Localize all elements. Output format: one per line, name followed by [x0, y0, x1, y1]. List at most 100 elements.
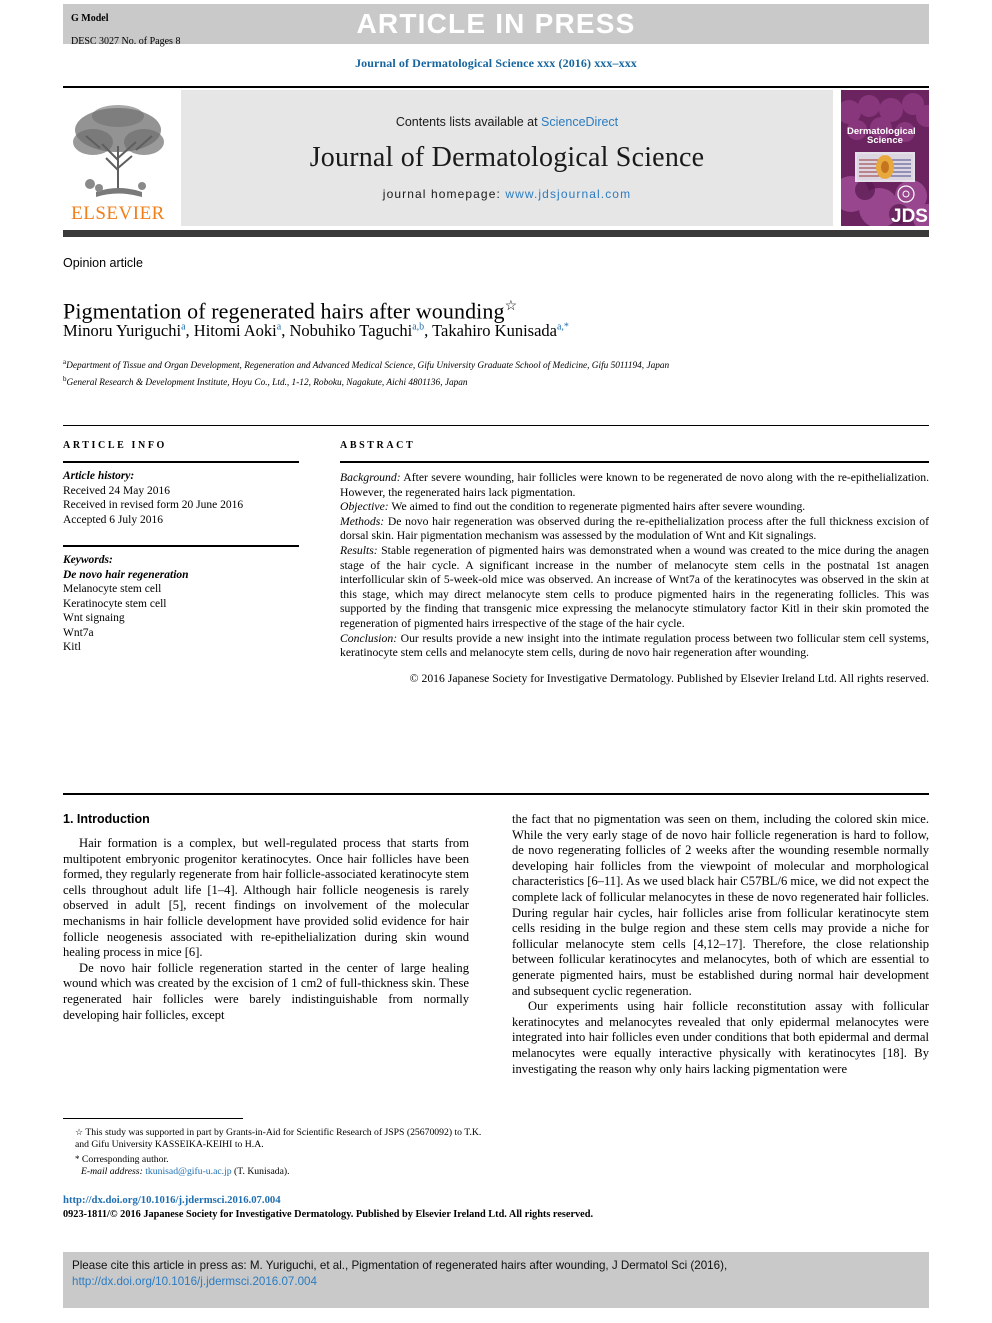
keywords-label: Keywords: — [63, 554, 113, 566]
affiliation-item: bGeneral Research & Development Institut… — [63, 373, 863, 390]
email-label: E-mail address: — [81, 1166, 143, 1178]
elsevier-tree-icon — [66, 100, 170, 204]
funding-text: This study was supported in part by Gran… — [75, 1127, 482, 1151]
keyword-item: Keratinocyte stem cell — [63, 597, 167, 610]
funding-marker: ☆ — [75, 1127, 84, 1137]
cover-abbrev: JDS — [891, 206, 928, 226]
article-page: G Model DESC 3027 No. of Pages 8 ARTICLE… — [0, 0, 992, 1323]
article-history-label: Article history: — [63, 470, 135, 482]
abstract-section-text: Our results provide a new insight into t… — [340, 631, 929, 660]
author-name: Takahiro Kunisada — [432, 321, 557, 340]
author-sep: , — [424, 321, 433, 340]
email-owner: (T. Kunisada). — [234, 1166, 290, 1178]
abstract-copyright: © 2016 Japanese Society for Investigativ… — [409, 671, 929, 685]
body-column-right: the fact that no pigmentation was seen o… — [512, 812, 929, 1077]
abstract-section: Conclusion: Our results provide a new in… — [340, 632, 929, 661]
journal-masthead: ELSEVIER Contents lists available at Sci… — [63, 90, 929, 226]
journal-homepage-line: journal homepage: www.jdsjournal.com — [383, 187, 631, 201]
author-sep: , — [185, 321, 194, 340]
author-affil-marker: a,b — [412, 321, 425, 333]
keyword-item: De novo hair regeneration — [63, 568, 189, 581]
author-affil-marker: a,* — [556, 321, 569, 333]
sciencedirect-link[interactable]: ScienceDirect — [541, 115, 618, 129]
affiliation-text: Department of Tissue and Organ Developme… — [66, 361, 670, 372]
cover-title-line2: Science — [867, 135, 903, 146]
journal-running-head: Journal of Dermatological Science xxx (2… — [355, 56, 637, 70]
author-item: Nobuhiko Taguchia,b, — [289, 321, 432, 340]
body-column-left: 1. Introduction Hair formation is a comp… — [63, 812, 469, 1023]
author-list: Minoru Yuriguchia, Hitomi Aokia, Nobuhik… — [63, 321, 893, 341]
abstract-column: ABSTRACT Background: After severe woundi… — [340, 440, 929, 686]
author-name: Nobuhiko Taguchi — [289, 321, 413, 340]
journal-cover-art: Dermatological Science JDS — [841, 90, 929, 226]
paragraph: Hair formation is a complex, but well-re… — [63, 836, 469, 960]
issn-copyright-line: 0923-1811/© 2016 Japanese Society for In… — [63, 1208, 594, 1220]
keyword-item: Wnt7a — [63, 626, 94, 639]
abstract-section-text: De novo hair regeneration was observed d… — [340, 514, 929, 543]
document-id-label: DESC 3027 No. of Pages 8 — [71, 35, 181, 47]
keyword-item: Kitl — [63, 641, 81, 653]
masthead-top-rule — [63, 86, 929, 88]
contents-available-line: Contents lists available at ScienceDirec… — [396, 115, 618, 129]
article-info-heading: ARTICLE INFO — [63, 440, 167, 451]
corresponding-marker: * — [75, 1153, 80, 1164]
abstract-section-text: After severe wounding, hair follicles we… — [340, 471, 929, 499]
affiliation-text: General Research & Development Institute… — [66, 377, 468, 388]
history-item: Received 24 May 2016 — [63, 484, 170, 497]
abstract-section: Results: Stable regeneration of pigmente… — [340, 544, 929, 632]
author-item: Takahiro Kunisadaa,* — [432, 321, 569, 340]
footnote-separator — [63, 1118, 243, 1119]
abstract-section: Background: After severe wounding, hair … — [340, 471, 929, 500]
affiliation-list: aDepartment of Tissue and Organ Developm… — [63, 356, 863, 389]
journal-cover-thumbnail: Dermatological Science JDS — [841, 90, 929, 226]
citation-doi-link[interactable]: http://dx.doi.org/10.1016/j.jdermsci.201… — [72, 1275, 317, 1288]
g-model-label: G Model — [71, 12, 109, 24]
abstract-section: Methods: De novo hair regeneration was o… — [340, 515, 929, 544]
section-heading-introduction: 1. Introduction — [63, 812, 150, 826]
corresponding-text: Corresponding author. — [81, 1153, 169, 1165]
masthead-bottom-rule — [63, 230, 929, 237]
author-name: Minoru Yuriguchi — [63, 321, 182, 340]
email-link[interactable]: tkunisad@gifu-u.ac.jp — [145, 1166, 231, 1177]
info-band-top-rule — [63, 425, 929, 426]
journal-title: Journal of Dermatological Science — [309, 142, 705, 173]
info-band-bottom-rule — [63, 793, 929, 795]
author-item: Hitomi Aokia, — [194, 321, 290, 340]
elsevier-wordmark: ELSEVIER — [71, 203, 165, 224]
abstract-section-label: Conclusion: — [340, 631, 398, 645]
history-item: Accepted 6 July 2016 — [63, 513, 163, 526]
abstract-section: Objective: We aimed to find out the cond… — [340, 500, 929, 515]
article-in-press-banner: G Model DESC 3027 No. of Pages 8 ARTICLE… — [63, 1, 929, 47]
keyword-item: Wnt signaing — [63, 612, 125, 624]
article-in-press-text: ARTICLE IN PRESS — [356, 8, 636, 39]
abstract-section-text: Stable regeneration of pigmented hairs w… — [340, 543, 929, 630]
affiliation-item: aDepartment of Tissue and Organ Developm… — [63, 356, 863, 373]
title-footnote-marker: ☆ — [504, 298, 518, 314]
abstract-rule — [340, 461, 929, 463]
abstract-heading: ABSTRACT — [340, 440, 416, 451]
abstract-section-label: Background: — [340, 471, 401, 484]
footnote-block: ☆ This study was supported in part by Gr… — [63, 1126, 483, 1179]
history-item: Received in revised form 20 June 2016 — [63, 499, 244, 511]
paragraph: the fact that no pigmentation was seen o… — [512, 812, 929, 998]
footnote-email: E-mail address: tkunisad@gifu-u.ac.jp (T… — [63, 1166, 483, 1178]
author-item: Minoru Yuriguchia, — [63, 321, 194, 340]
keywords-block: Keywords: De novo hair regeneration Mela… — [63, 547, 299, 655]
doi-block: http://dx.doi.org/10.1016/j.jdermsci.201… — [63, 1194, 763, 1221]
footnote-funding: ☆ This study was supported in part by Gr… — [63, 1126, 483, 1152]
keyword-item: Melanocyte stem cell — [63, 583, 162, 595]
article-title-text: Pigmentation of regenerated hairs after … — [63, 298, 505, 324]
citation-text: Please cite this article in press as: M.… — [72, 1258, 920, 1290]
article-type-label: Opinion article — [63, 256, 143, 270]
doi-link[interactable]: http://dx.doi.org/10.1016/j.jdermsci.201… — [63, 1194, 763, 1208]
footnote-corresponding: * Corresponding author. — [63, 1153, 483, 1166]
g-model-block: G Model DESC 3027 No. of Pages 8 — [63, 1, 180, 47]
contents-prefix: Contents lists available at — [395, 115, 542, 129]
homepage-prefix: journal homepage: — [382, 187, 506, 201]
journal-homepage-link[interactable]: www.jdsjournal.com — [505, 187, 631, 201]
abstract-section-label: Objective: — [340, 500, 389, 514]
abstract-body: Background: After severe wounding, hair … — [340, 471, 929, 686]
abstract-section-text: We aimed to find out the condition to re… — [388, 500, 806, 514]
abstract-section-label: Methods: — [340, 514, 385, 528]
